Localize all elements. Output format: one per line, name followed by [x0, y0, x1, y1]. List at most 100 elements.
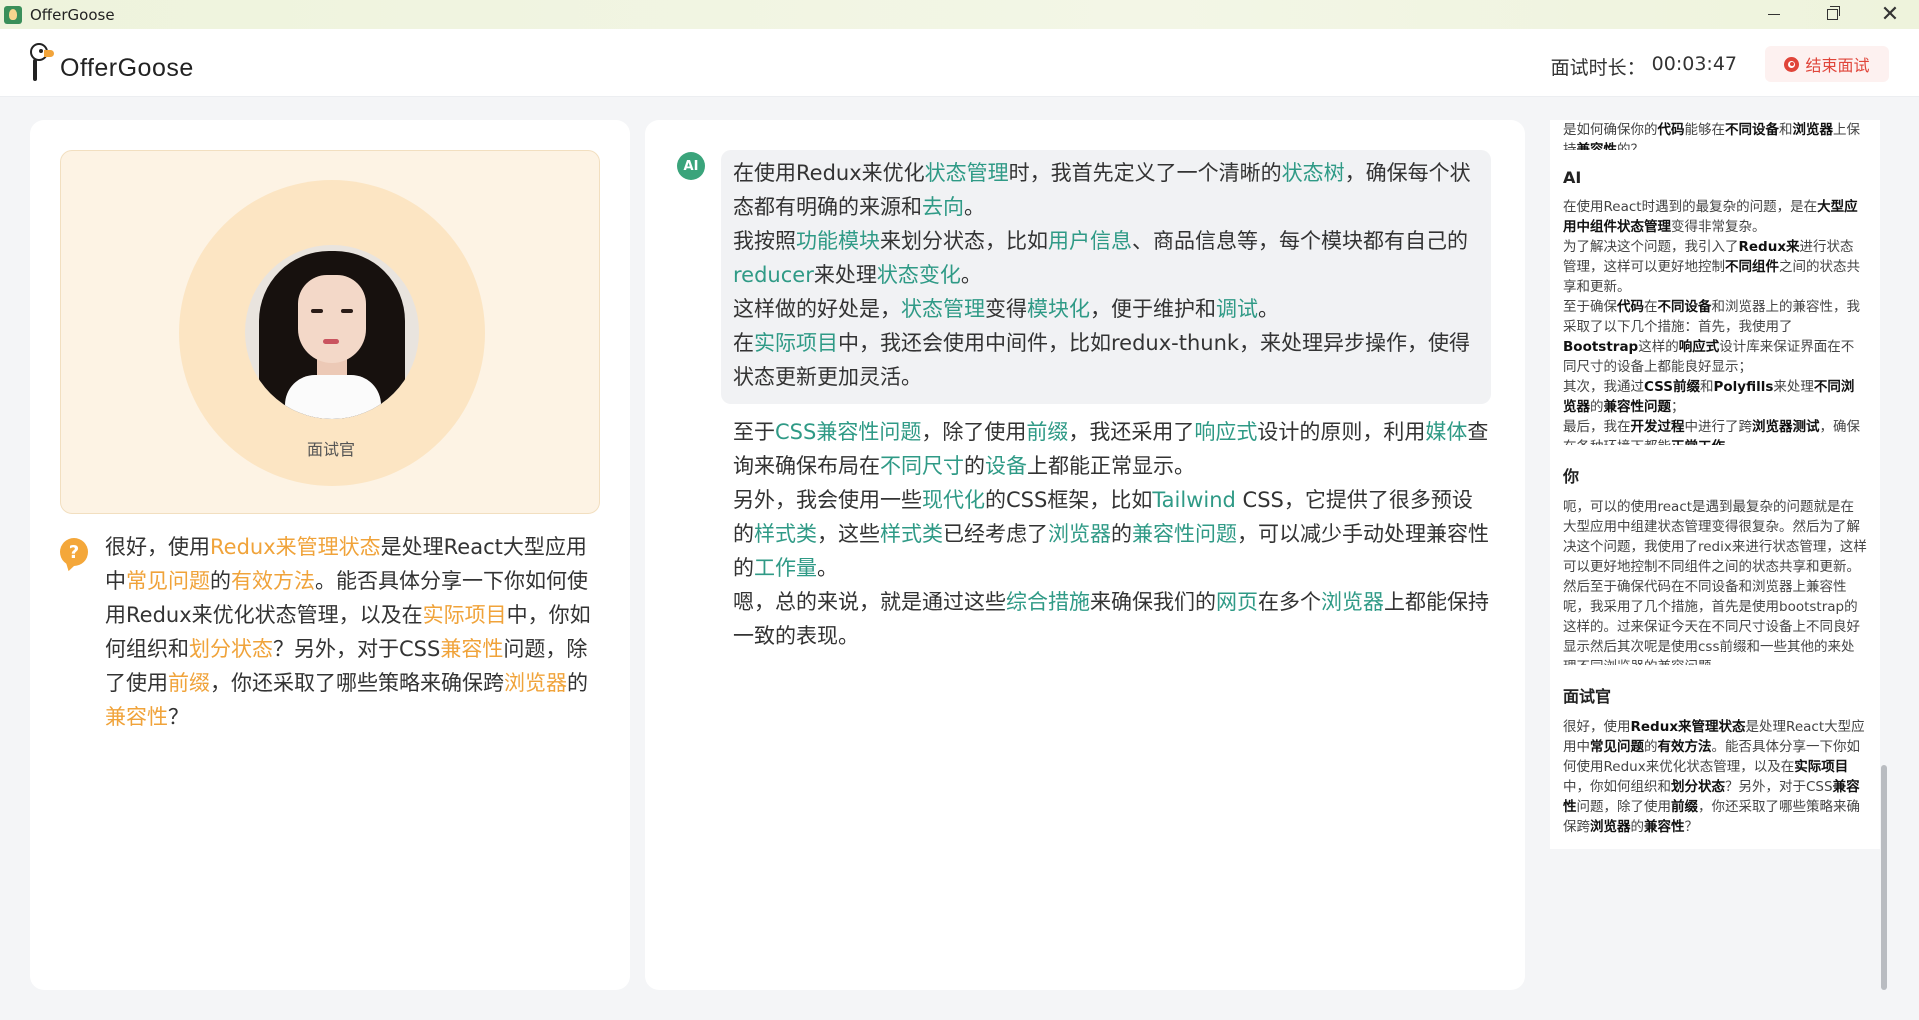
- end-interview-label: 结束面试: [1805, 56, 1870, 75]
- keyword-highlight: 浏览器: [1321, 590, 1384, 614]
- keyword-highlight: 样式类: [880, 522, 943, 546]
- minimize-button[interactable]: [1745, 0, 1803, 29]
- history-speaker: AI: [1563, 168, 1582, 187]
- text-segment: 已经考虑了: [943, 522, 1048, 546]
- interviewer-card: 面试官: [60, 150, 600, 514]
- keyword-highlight: 综合措施: [1006, 590, 1090, 614]
- keyword-highlight: 媒体: [1425, 420, 1468, 444]
- text-segment: 的: [1111, 522, 1132, 546]
- keyword-highlight: 工作量: [754, 556, 817, 580]
- window-controls: ✕: [1745, 0, 1919, 29]
- keyword-highlight: Tailwind: [1152, 488, 1236, 512]
- answer-panel: AI 在使用Redux来优化状态管理时，我首先定义了一个清晰的状态树，确保每个状…: [645, 120, 1525, 990]
- text-segment: ，除了使用: [921, 420, 1027, 444]
- goose-logo-icon: [26, 41, 56, 85]
- history-speaker: 面试官: [1563, 687, 1612, 706]
- history-message: 你呃，可以的使用react是遇到最复杂的问题就是在大型应用中组建状态管理变得很复…: [1550, 445, 1880, 689]
- text-segment: 很好，使用: [105, 535, 210, 559]
- interviewer-panel: 面试官 ? 很好，使用Redux来管理状态是处理React大型应用中常见问题的有…: [30, 120, 630, 990]
- duration-label: 面试时长：: [1550, 57, 1646, 79]
- app-goose-icon: [4, 5, 22, 24]
- interviewer-avatar: [245, 245, 419, 419]
- text-segment: 。: [964, 195, 985, 219]
- end-interview-button[interactable]: 结束面试: [1765, 46, 1889, 82]
- text-segment: ，你还采取了哪些策略来确保跨: [210, 671, 504, 695]
- keyword-highlight: 实际项目: [754, 331, 838, 355]
- keyword-highlight: 响应式: [1194, 420, 1258, 444]
- keyword-highlight: 兼容性问题: [1132, 522, 1237, 546]
- keyword-highlight: 样式类: [754, 522, 817, 546]
- keyword-highlight: 不同尺寸: [880, 454, 964, 478]
- answer-paragraph: 这样做的好处是，状态管理变得模块化，便于维护和调试。: [733, 292, 1479, 326]
- answer-paragraph: 嗯，总的来说，就是通过这些综合措施来确保我们的网页在多个浏览器上都能保持一致的表…: [733, 585, 1493, 653]
- stop-record-icon: [1784, 56, 1800, 72]
- text-segment: 来处理: [813, 263, 877, 287]
- maximize-button[interactable]: [1803, 0, 1861, 29]
- history-scrollbar[interactable]: [1881, 765, 1887, 990]
- ai-answer-bubble: 在使用Redux来优化状态管理时，我首先定义了一个清晰的状态树，确保每个状态都有…: [721, 150, 1491, 404]
- keyword-highlight: 功能模块: [796, 229, 880, 253]
- conversation-history[interactable]: 是如何确保你的代码能够在不同设备和浏览器上保持兼容性的？AI在使用React时遇…: [1540, 120, 1890, 990]
- text-segment: 在多个: [1258, 590, 1321, 614]
- keyword-highlight: 状态管理: [924, 161, 1009, 185]
- text-segment: 我按照: [733, 229, 796, 253]
- keyword-highlight: 模块化: [1027, 297, 1090, 321]
- interview-duration: 面试时长： 00:03:47: [1551, 53, 1737, 80]
- keyword-highlight: Redux来管理状态: [210, 535, 381, 559]
- answer-paragraph: 我按照功能模块来划分状态，比如用户信息、商品信息等，每个模块都有自己的 reduc…: [733, 224, 1479, 292]
- answer-paragraph: 在实际项目中，我还会使用中间件，比如redux-thunk，来处理异步操作，使得…: [733, 326, 1479, 394]
- question-text: 很好，使用Redux来管理状态是处理React大型应用中常见问题的有效方法。能否…: [105, 530, 605, 734]
- restore-icon: [1826, 6, 1840, 20]
- text-segment: 的CSS框架，比如: [985, 488, 1153, 512]
- text-segment: ？: [168, 705, 189, 729]
- keyword-highlight: 网页: [1216, 590, 1258, 614]
- keyword-highlight: 划分状态: [189, 637, 273, 661]
- history-message: 面试官 很好，使用Redux来管理状态是处理React大型应用中常见问题的有效方法…: [1550, 665, 1880, 849]
- text-segment: ？另外，对于CSS: [273, 637, 441, 661]
- text-segment: 时，我首先定义了一个清晰的: [1008, 161, 1282, 185]
- logo: OfferGoose: [26, 41, 194, 85]
- keyword-highlight: 浏览器: [504, 671, 567, 695]
- keyword-highlight: 前缀: [1026, 420, 1069, 444]
- close-button[interactable]: ✕: [1861, 0, 1919, 29]
- window-titlebar: OfferGoose ✕: [0, 0, 1919, 29]
- text-segment: 至于: [733, 420, 775, 444]
- keyword-highlight: 兼容性: [105, 705, 168, 729]
- window-title: OfferGoose: [30, 5, 115, 24]
- answer-paragraph: 至于CSS兼容性问题，除了使用前缀，我还采用了响应式设计的原则，利用媒体查询来确…: [733, 415, 1493, 483]
- keyword-highlight: 设备: [985, 454, 1027, 478]
- history-speaker: 你: [1563, 467, 1580, 486]
- keyword-highlight: 现代化: [922, 488, 985, 512]
- duration-value: 00:03:47: [1651, 53, 1737, 75]
- keyword-highlight: 状态树: [1281, 161, 1345, 185]
- keyword-highlight: 实际项目: [422, 603, 507, 627]
- text-segment: 在: [733, 331, 754, 355]
- text-segment: 来确保我们的: [1090, 590, 1216, 614]
- app-header: OfferGoose 面试时长： 00:03:47 结束面试: [0, 29, 1919, 97]
- interviewer-label: 面试官: [306, 440, 355, 459]
- keyword-highlight: 用户信息: [1048, 229, 1132, 253]
- keyword-highlight: 浏览器: [1048, 522, 1111, 546]
- keyword-highlight: 状态变化: [876, 263, 961, 287]
- minimize-icon: [1768, 14, 1780, 15]
- ai-avatar-icon: AI: [677, 152, 705, 180]
- keyword-highlight: CSS兼容性问题: [775, 420, 922, 444]
- text-segment: 嗯，总的来说，就是通过这些: [733, 590, 1006, 614]
- text-segment: ，便于维护和: [1090, 297, 1216, 321]
- text-segment: 的: [210, 569, 231, 593]
- history-text: 呃，可以的使用react是遇到最复杂的问题就是在大型应用中组建状态管理变得很复杂…: [1563, 499, 1867, 675]
- keyword-highlight: 前缀: [168, 671, 210, 695]
- text-segment: 来划分状态，比如: [880, 229, 1048, 253]
- keyword-highlight: 常见问题: [126, 569, 210, 593]
- text-segment: ，我还采用了: [1068, 420, 1195, 444]
- text-segment: 、商品信息等，每个模块都有自己的: [1132, 229, 1468, 253]
- keyword-highlight: 调试: [1216, 297, 1258, 321]
- keyword-highlight: 兼容性: [440, 637, 504, 661]
- text-segment: 另外，我会使用一些: [733, 488, 922, 512]
- text-segment: 。: [817, 556, 838, 580]
- text-segment: 。: [1258, 297, 1279, 321]
- text-segment: 变得: [985, 297, 1027, 321]
- ai-answer-text: 在使用Redux来优化状态管理时，我首先定义了一个清晰的状态树，确保每个状态都有…: [733, 156, 1479, 394]
- text-segment: 设计的原则，利用: [1257, 420, 1426, 444]
- text-segment: 这样做的好处是，: [733, 297, 901, 321]
